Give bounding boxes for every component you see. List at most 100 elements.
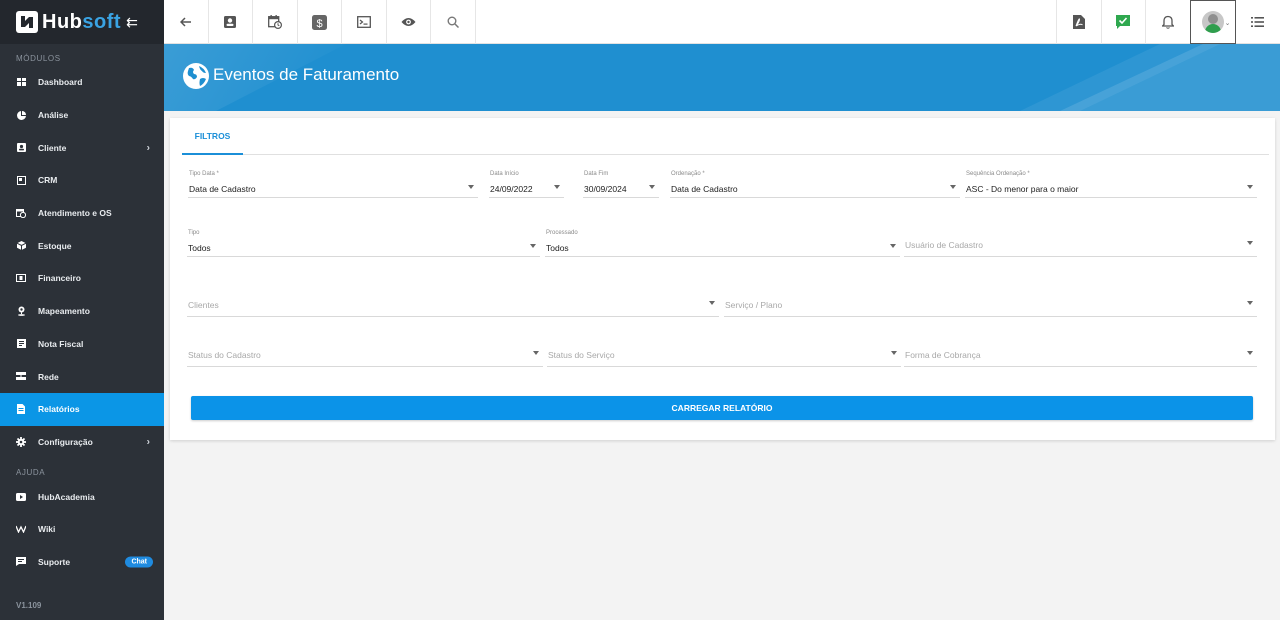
tasks-button[interactable] — [1100, 0, 1146, 44]
status-servico-select[interactable]: Status do Serviço — [547, 339, 901, 367]
brand[interactable]: Hubsoft ⇇ — [0, 0, 164, 44]
sidebar-item-configuracao[interactable]: Configuração › — [0, 426, 164, 459]
forma-cobranca-select[interactable]: Forma de Cobrança — [904, 339, 1257, 367]
sidebar-item-dashboard[interactable]: Dashboard — [0, 66, 164, 99]
dropdown-arrow-icon — [891, 351, 897, 355]
chevron-right-icon: › — [146, 436, 150, 448]
collapse-sidebar-icon[interactable]: ⇇ — [126, 14, 138, 31]
field-value: 24/09/2022 — [490, 184, 533, 194]
sidebar-item-rede[interactable]: Rede — [0, 360, 164, 393]
gear-icon — [16, 436, 26, 447]
sidebar-item-relatorios[interactable]: Relatórios — [0, 392, 164, 426]
sidebar-item-label: Configuração — [38, 436, 93, 447]
field-placeholder: Serviço / Plano — [725, 300, 783, 310]
dropdown-arrow-icon — [533, 351, 539, 355]
data-fim-picker[interactable]: Data Fim 30/09/2024 — [583, 170, 659, 198]
invoice-icon — [16, 339, 26, 349]
field-label: Processado — [546, 230, 578, 236]
terminal-button[interactable] — [342, 0, 387, 44]
sidebar-item-label: Análise — [38, 110, 69, 121]
top-toolbar: $ ⌄ — [164, 0, 1280, 44]
user-menu-button[interactable]: ⌄ — [1189, 0, 1236, 44]
search-button[interactable] — [431, 0, 476, 44]
servico-plano-select[interactable]: Serviço / Plano — [724, 289, 1257, 317]
sidebar-item-label: Nota Fiscal — [38, 338, 84, 349]
sidebar-item-cliente[interactable]: Cliente › — [0, 131, 164, 164]
sidebar-item-label: Relatórios — [38, 404, 80, 415]
filters-card: FILTROS Tipo Data * Data de Cadastro Dat… — [170, 118, 1275, 440]
sequencia-ordenacao-select[interactable]: Sequência Ordenação * ASC - Do menor par… — [965, 170, 1257, 198]
tipo-select[interactable]: Tipo Todos — [187, 229, 540, 257]
tab-bar: FILTROS — [182, 118, 1269, 155]
sidebar-item-hubacademia[interactable]: HubAcademia — [0, 480, 164, 513]
back-arrow-icon — [179, 17, 191, 27]
status-cadastro-select[interactable]: Status do Cadastro — [187, 339, 543, 367]
sidebar-item-label: Atendimento e OS — [38, 208, 112, 219]
sidebar-item-financeiro[interactable]: Financeiro — [0, 262, 164, 295]
sidebar-item-estoque[interactable]: Estoque — [0, 229, 164, 262]
clientes-select[interactable]: Clientes — [187, 289, 719, 317]
data-inicio-picker[interactable]: Data Início 24/09/2022 — [489, 170, 564, 198]
dropdown-arrow-icon — [1247, 241, 1253, 245]
avatar — [1201, 11, 1224, 33]
ordenacao-select[interactable]: Ordenação * Data de Cadastro — [670, 170, 960, 198]
load-report-button[interactable]: CARREGAR RELATÓRIO — [191, 396, 1253, 420]
dropdown-arrow-icon — [649, 185, 655, 189]
box-icon — [16, 241, 26, 251]
sidebar-item-label: HubAcademia — [38, 491, 95, 502]
report-icon — [16, 404, 26, 415]
crm-icon — [16, 175, 26, 185]
schedule-button[interactable] — [253, 0, 298, 44]
notifications-button[interactable] — [1145, 0, 1190, 44]
eye-icon — [401, 18, 416, 26]
tipo-data-select[interactable]: Tipo Data * Data de Cadastro — [188, 170, 478, 198]
sidebar-item-analise[interactable]: Análise — [0, 99, 164, 132]
sidebar-item-nota-fiscal[interactable]: Nota Fiscal — [0, 328, 164, 361]
sidebar-item-label: Cliente — [38, 142, 67, 153]
usuario-cadastro-select[interactable]: Usuário de Cadastro — [904, 229, 1257, 257]
hero-decoration — [1020, 44, 1220, 111]
dropdown-arrow-icon — [468, 185, 474, 189]
dropdown-arrow-icon — [950, 185, 956, 189]
sidebar-item-mapeamento[interactable]: Mapeamento — [0, 295, 164, 328]
network-icon — [16, 372, 26, 382]
app-version: V1.109 — [16, 601, 42, 610]
pdf-button[interactable] — [1056, 0, 1101, 44]
list-icon — [1251, 17, 1265, 27]
processado-select[interactable]: Processado Todos — [545, 229, 900, 257]
sidebar-item-crm[interactable]: CRM — [0, 164, 164, 197]
sidebar-item-label: Wiki — [38, 524, 56, 535]
sidebar-item-label: Suporte — [38, 556, 71, 567]
dropdown-arrow-icon — [554, 185, 560, 189]
contact-card-icon — [224, 16, 237, 28]
section-title-help: AJUDA — [16, 468, 46, 478]
clients-button[interactable] — [209, 0, 253, 44]
dropdown-arrow-icon — [1247, 185, 1253, 189]
field-value: Data de Cadastro — [189, 184, 256, 194]
chevron-right-icon: › — [146, 142, 150, 154]
dollar-icon: $ — [311, 14, 327, 30]
video-icon — [16, 492, 26, 502]
tab-filtros[interactable]: FILTROS — [182, 118, 243, 155]
field-placeholder: Clientes — [188, 300, 219, 310]
sidebar-item-wiki[interactable]: Wiki — [0, 513, 164, 546]
preview-button[interactable] — [387, 0, 431, 44]
sidebar-item-label: Rede — [38, 371, 59, 382]
chat-badge[interactable]: Chat — [125, 556, 153, 568]
dropdown-arrow-icon — [1247, 301, 1253, 305]
money-icon — [16, 273, 26, 283]
back-button[interactable] — [164, 0, 209, 44]
sidebar-item-suporte[interactable]: Suporte Chat — [0, 546, 164, 579]
menu-list-button[interactable] — [1236, 0, 1280, 44]
field-value: ASC - Do menor para o maior — [966, 184, 1079, 194]
page-title: Eventos de Faturamento — [213, 65, 400, 84]
field-label: Tipo Data * — [189, 171, 219, 177]
field-placeholder: Forma de Cobrança — [905, 350, 981, 360]
field-placeholder: Usuário de Cadastro — [905, 240, 983, 250]
field-label: Ordenação * — [671, 171, 705, 177]
map-pin-icon — [16, 306, 26, 317]
finance-button[interactable]: $ — [298, 0, 342, 44]
sidebar-item-atendimento[interactable]: Atendimento e OS — [0, 197, 164, 230]
field-value: 30/09/2024 — [584, 184, 627, 194]
